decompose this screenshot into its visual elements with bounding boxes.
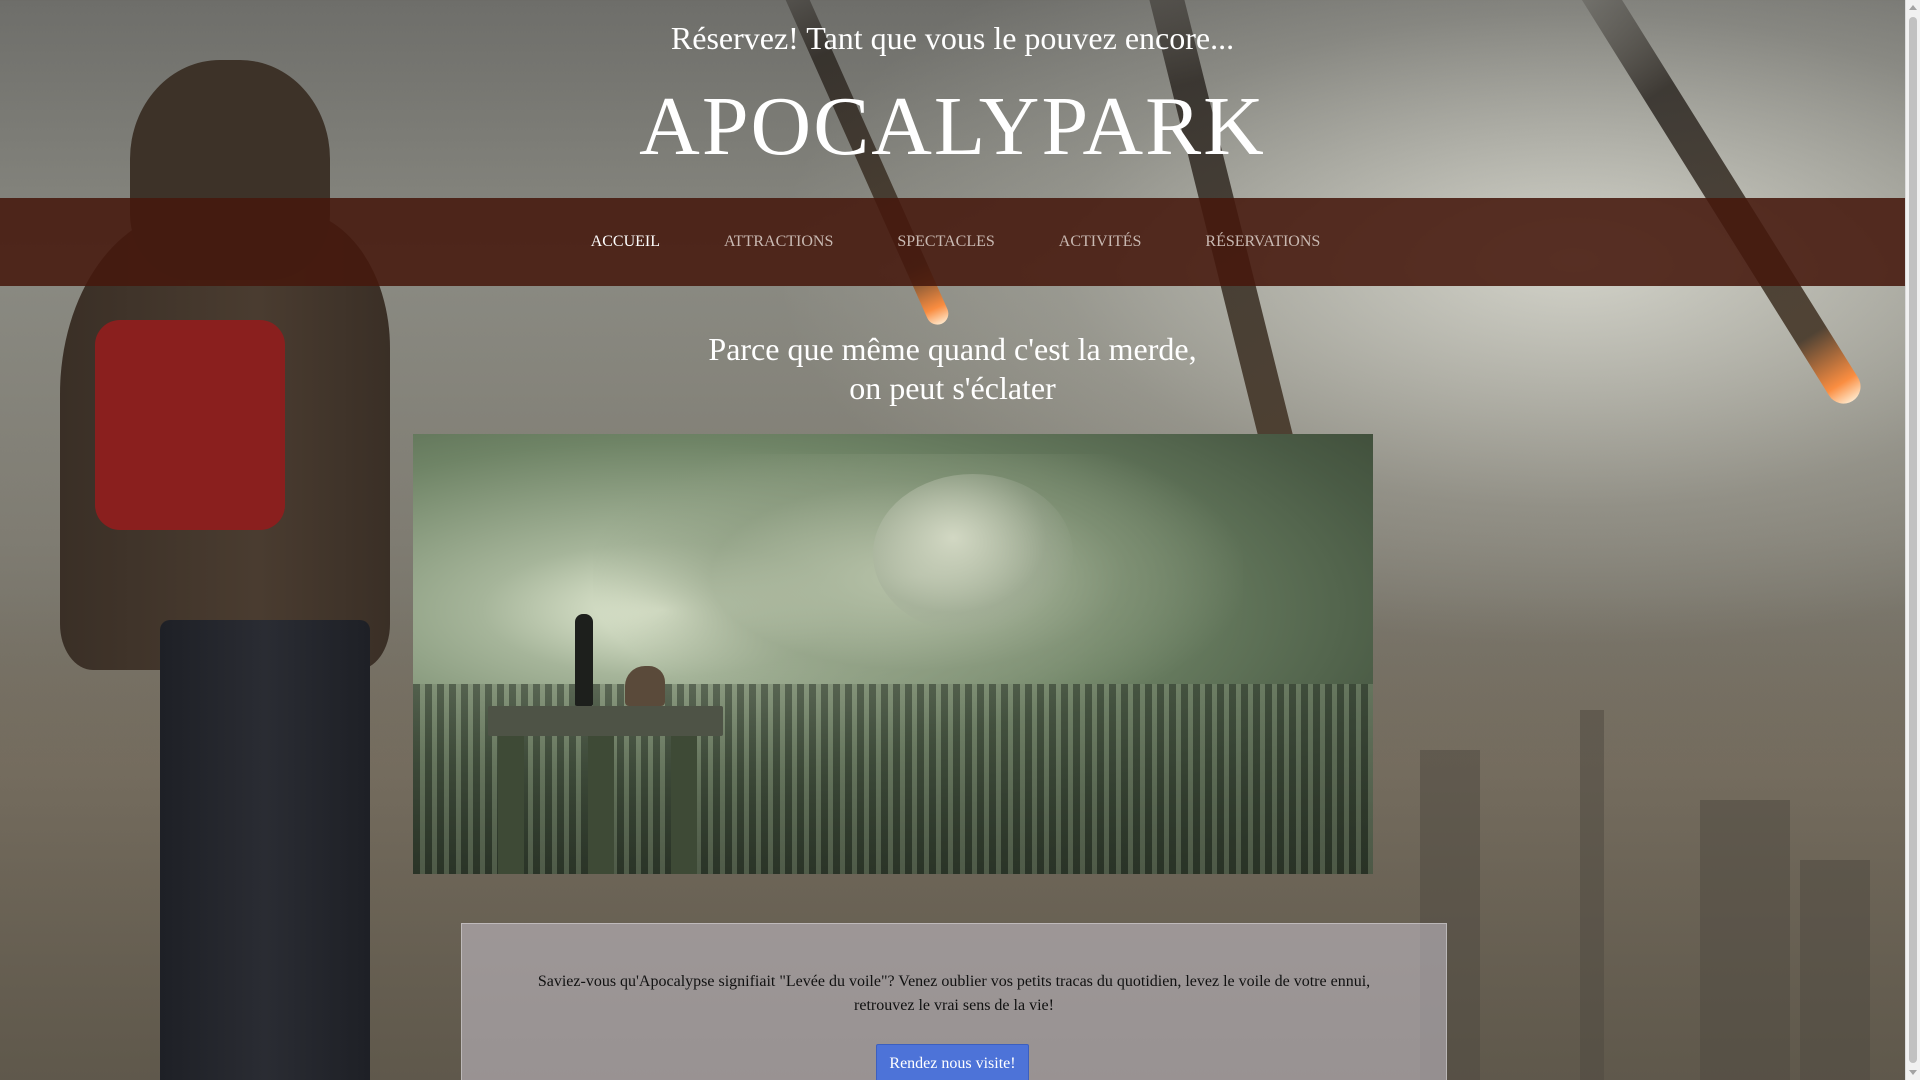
- scroll-down-icon[interactable]: [1909, 1070, 1917, 1075]
- building: [1580, 710, 1604, 1080]
- hero-statues: [873, 474, 1073, 634]
- person-legs: [160, 620, 370, 1080]
- nav-item-attractions[interactable]: ATTRACTIONS: [724, 233, 833, 251]
- hero-image: [413, 434, 1373, 874]
- hero-pillar: [671, 734, 697, 874]
- hero-figure-sitting: [625, 666, 665, 706]
- hero-slogan: Parce que même quand c'est la merde, on …: [0, 330, 1905, 408]
- site-title[interactable]: APOCALYPARK: [0, 78, 1905, 175]
- scrollbar-thumb[interactable]: [1909, 17, 1917, 1063]
- building: [1700, 800, 1790, 1080]
- header-tagline: Réservez! Tant que vous le pouvez encore…: [670, 20, 1235, 56]
- hero-platform: [488, 706, 723, 736]
- nav-items: ACCUEIL ATTRACTIONS SPECTACLES ACTIVITÉS…: [0, 198, 1905, 286]
- hero-slogan-line2: on peut s'éclater: [849, 370, 1056, 406]
- visit-button[interactable]: Rendez nous visite!: [876, 1044, 1029, 1080]
- main-nav: ACCUEIL ATTRACTIONS SPECTACLES ACTIVITÉS…: [0, 198, 1905, 286]
- nav-item-activites[interactable]: ACTIVITÉS: [1059, 233, 1142, 251]
- vertical-scrollbar[interactable]: [1905, 0, 1920, 1080]
- intro-text: Saviez-vous qu'Apocalypse signifiait "Le…: [537, 973, 1371, 1014]
- nav-item-reservations[interactable]: RÉSERVATIONS: [1205, 233, 1320, 251]
- scroll-up-icon[interactable]: [1909, 5, 1917, 10]
- site-header: Réservez! Tant que vous le pouvez encore…: [0, 0, 1905, 198]
- hero-figure-standing: [575, 614, 593, 706]
- intro-card: Saviez-vous qu'Apocalypse signifiait "Le…: [461, 923, 1447, 1080]
- building: [1800, 860, 1870, 1080]
- hero-pillar: [588, 734, 614, 874]
- nav-item-accueil[interactable]: ACCUEIL: [591, 233, 660, 251]
- hero-slogan-line1: Parce que même quand c'est la merde,: [708, 331, 1197, 367]
- nav-item-spectacles[interactable]: SPECTACLES: [897, 233, 994, 251]
- hero-pillar: [498, 734, 524, 874]
